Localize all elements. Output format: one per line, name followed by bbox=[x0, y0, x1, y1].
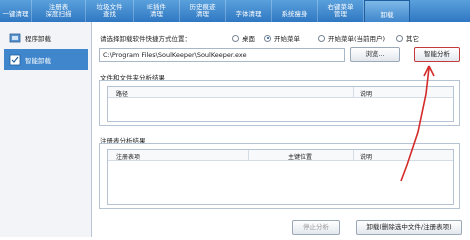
shortcut-path-input[interactable] bbox=[99, 48, 345, 62]
files-result-table[interactable]: 路径 说明 bbox=[107, 86, 454, 122]
tab-context-menu[interactable]: 右键菜单 管理 bbox=[318, 0, 364, 22]
radio-indicator bbox=[396, 34, 403, 42]
shortcut-location-label: 请选择卸载软件快捷方式位置： bbox=[100, 35, 191, 43]
tab-one-click-clean[interactable]: 一键清理 bbox=[0, 0, 32, 22]
tab-uninstall[interactable]: 卸载 bbox=[364, 0, 410, 22]
sidebar-item-label: 智能卸载 bbox=[25, 56, 51, 65]
main-panel: 请选择卸载软件快捷方式位置： 桌面 开始菜单 开始菜单(当前用户) 其它 浏览.… bbox=[92, 22, 470, 237]
tab-junk-file-search[interactable]: 垃圾文件 查找 bbox=[86, 0, 134, 22]
radio-other[interactable]: 其它 bbox=[396, 33, 419, 43]
files-group-box: 路径 说明 bbox=[99, 80, 460, 126]
radio-start-menu[interactable]: 开始菜单 bbox=[264, 33, 300, 43]
column-path-header[interactable]: 路径 bbox=[116, 89, 128, 98]
column-registry-key-header[interactable]: 注册表项 bbox=[116, 152, 140, 161]
tab-system-slim[interactable]: 系统瘦身 bbox=[272, 0, 318, 22]
top-tab-bar: 一键清理 注册表 深度扫描 垃圾文件 查找 IE插件 清理 历史痕迹 清理 字体… bbox=[0, 0, 470, 22]
column-description-header[interactable]: 说明 bbox=[360, 89, 372, 98]
tab-font-clean[interactable]: 字体清理 bbox=[226, 0, 272, 22]
radio-desktop[interactable]: 桌面 bbox=[232, 33, 255, 43]
browse-button[interactable]: 浏览... bbox=[350, 47, 400, 62]
uninstall-selected-button[interactable]: 卸载(删除选中文件/注册表项) bbox=[356, 220, 462, 235]
files-table-header: 路径 说明 bbox=[108, 87, 453, 98]
uninstall-box-icon bbox=[8, 31, 21, 44]
sidebar-item-label: 程序卸载 bbox=[25, 34, 51, 43]
smart-uninstall-icon bbox=[8, 53, 21, 66]
radio-indicator bbox=[318, 34, 325, 42]
tab-ie-plugin-clean[interactable]: IE插件 清理 bbox=[134, 0, 180, 22]
radio-indicator bbox=[264, 34, 271, 42]
radio-label: 开始菜单(当前用户) bbox=[328, 35, 386, 43]
sidebar-item-program-uninstall[interactable]: 程序卸载 bbox=[4, 27, 88, 48]
radio-label: 开始菜单 bbox=[274, 35, 300, 43]
radio-label: 桌面 bbox=[242, 35, 255, 43]
registry-group-box: 注册表项 主键位置 说明 bbox=[99, 143, 460, 209]
tab-registry-deep-scan[interactable]: 注册表 深度扫描 bbox=[32, 0, 86, 22]
column-root-key-header[interactable]: 主键位置 bbox=[288, 152, 312, 161]
stop-analysis-button[interactable]: 停止分析 bbox=[292, 220, 340, 235]
column-description-header[interactable]: 说明 bbox=[360, 152, 372, 161]
registry-result-table[interactable]: 注册表项 主键位置 说明 bbox=[107, 149, 454, 205]
radio-indicator bbox=[232, 34, 239, 42]
sidebar: 程序卸载 智能卸载 bbox=[0, 22, 92, 237]
radio-label: 其它 bbox=[406, 35, 419, 43]
sidebar-item-smart-uninstall[interactable]: 智能卸载 bbox=[4, 49, 88, 70]
tab-history-clean[interactable]: 历史痕迹 清理 bbox=[180, 0, 226, 22]
column-divider bbox=[353, 150, 354, 161]
registry-table-header: 注册表项 主键位置 说明 bbox=[108, 150, 453, 161]
radio-start-menu-current-user[interactable]: 开始菜单(当前用户) bbox=[318, 33, 385, 43]
column-divider bbox=[353, 87, 354, 98]
smart-analyze-button[interactable]: 智能分析 bbox=[414, 47, 460, 62]
column-divider bbox=[248, 150, 249, 161]
